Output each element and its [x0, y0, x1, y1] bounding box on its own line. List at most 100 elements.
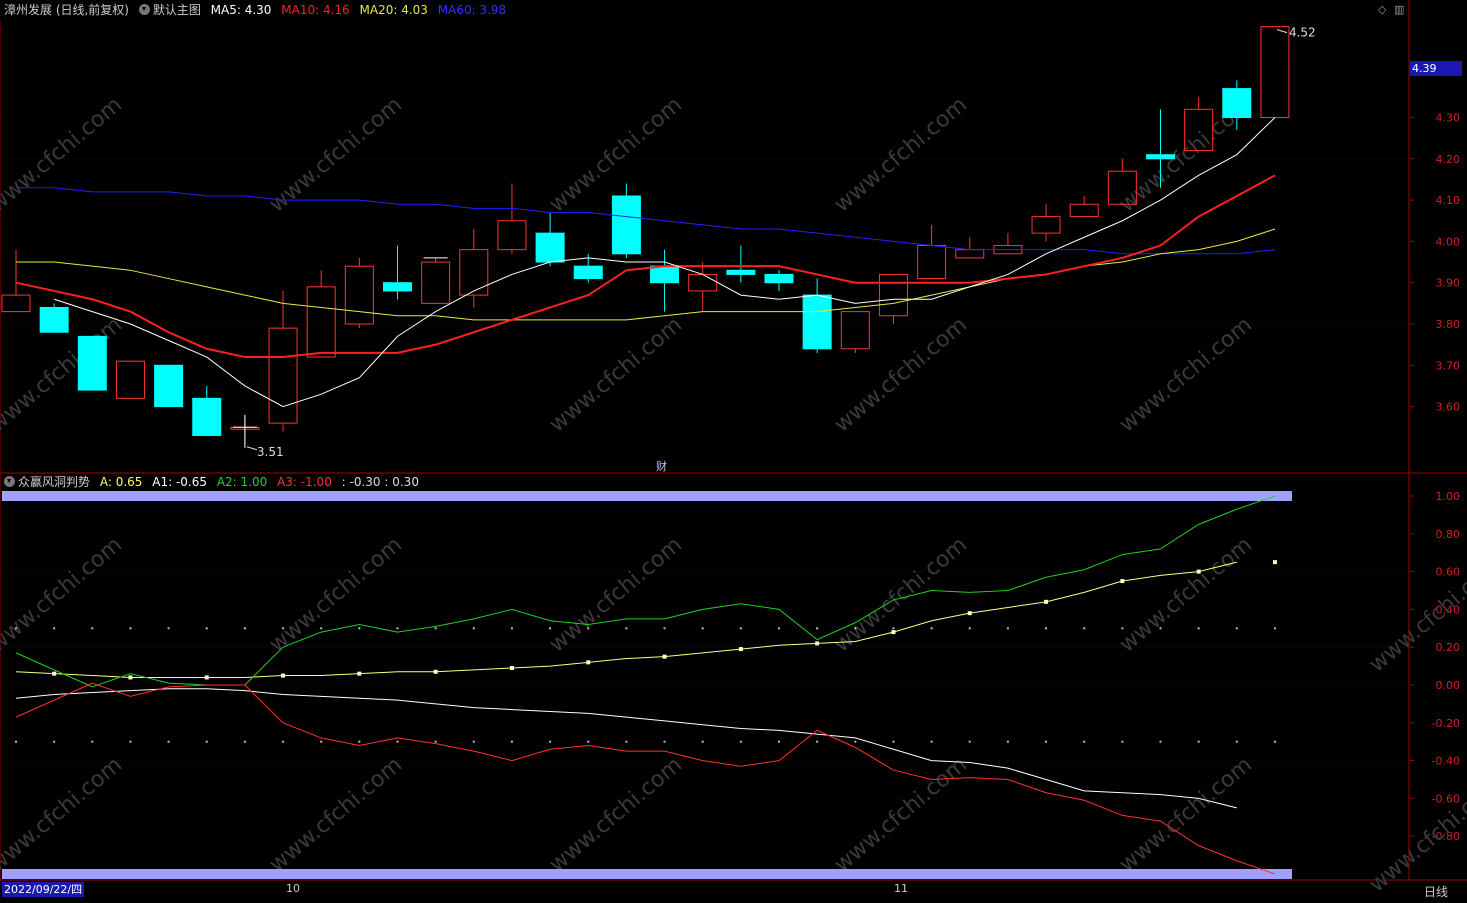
- candle-down: [39, 306, 69, 333]
- stock-chart-window: 4.30 4.20 4.10 4.00 3.90 3.80 3.70 3.60 1.00 0.80…: [0, 0, 1467, 903]
- level-dot: [1121, 740, 1124, 743]
- indicator-a3-label: A3: -1.00: [277, 475, 332, 489]
- indicator-levels-label: : -0.30 : 0.30: [341, 475, 419, 489]
- level-dot: [167, 627, 170, 630]
- level-dot: [396, 740, 399, 743]
- price-tick-label: 4.20: [1436, 153, 1461, 166]
- level-dot: [854, 740, 857, 743]
- chart-canvas[interactable]: 4.30 4.20 4.10 4.00 3.90 3.80 3.70 3.60 1.00 0.80…: [0, 0, 1467, 903]
- diamond-icon[interactable]: ◇: [1378, 3, 1386, 16]
- candle-down: [650, 265, 680, 284]
- watermark-text: www.cfchi.com: [0, 532, 127, 657]
- series-a-marker: [1196, 569, 1201, 574]
- price-tick-label: 3.80: [1436, 318, 1461, 331]
- series-a-marker: [1272, 560, 1277, 565]
- level-dot: [91, 627, 94, 630]
- level-dot: [205, 627, 208, 630]
- level-dot: [816, 627, 819, 630]
- level-dot: [243, 740, 246, 743]
- level-dot: [1083, 740, 1086, 743]
- price-tick-label: 3.70: [1436, 359, 1461, 372]
- series-a-marker: [128, 675, 133, 680]
- ma20-label: MA20: 4.03: [359, 3, 428, 17]
- level-dot: [854, 627, 857, 630]
- main-chart-header: 漳州发展 (日线,前复权) 默认主图 MA5: 4.30 MA10: 4.16 …: [4, 1, 512, 19]
- level-dot: [968, 627, 971, 630]
- ma5-line: [53, 117, 1276, 408]
- level-dot: [968, 740, 971, 743]
- price-tick-label: 4.10: [1436, 194, 1461, 207]
- indicator-selector[interactable]: 众赢风洞判势: [4, 475, 90, 489]
- candle-down: [154, 364, 184, 408]
- level-dot: [282, 740, 285, 743]
- candle-up: [306, 286, 336, 358]
- indicator-tick-label: 0.00: [1436, 679, 1461, 692]
- level-dot: [91, 740, 94, 743]
- month-label-11: 11: [894, 882, 908, 895]
- ma10-line-start: [15, 281, 55, 292]
- watermark-text: www.cfchi.com: [265, 92, 407, 217]
- price-tick-label: 3.90: [1436, 277, 1461, 290]
- level-dot: [167, 740, 170, 743]
- watermark-text: www.cfchi.com: [545, 752, 687, 877]
- chevron-down-icon: [138, 4, 150, 15]
- level-dot: [129, 627, 132, 630]
- indicator-a2-label: A2: 1.00: [216, 475, 268, 489]
- watermark-text: www.cfchi.com: [1115, 752, 1257, 877]
- indicator-a-label: A: 0.65: [99, 475, 143, 489]
- candle-up: [497, 220, 527, 251]
- indicator-band: [2, 491, 1292, 501]
- level-dot: [701, 740, 704, 743]
- level-dot: [15, 740, 17, 743]
- watermark-text: www.cfchi.com: [265, 752, 407, 877]
- series-a-marker: [433, 669, 438, 674]
- period-label[interactable]: 日线: [1424, 883, 1448, 900]
- template-selector[interactable]: 默认主图: [138, 3, 201, 17]
- level-dot: [510, 627, 513, 630]
- indicator-header: 众赢风洞判势 A: 0.65 A1: -0.65 A2: 1.00 A3: -1…: [4, 473, 425, 491]
- level-dot: [930, 627, 933, 630]
- level-dot: [358, 627, 361, 630]
- level-dot: [1273, 740, 1276, 743]
- level-dot: [1121, 627, 1124, 630]
- level-dot: [587, 627, 590, 630]
- level-dot: [1273, 627, 1276, 630]
- ma10-label: MA10: 4.16: [281, 3, 350, 17]
- level-dot: [129, 740, 132, 743]
- candle-down: [192, 397, 222, 437]
- indicator-tick-label: 0.20: [1436, 641, 1461, 654]
- stock-title[interactable]: 漳州发展 (日线,前复权): [4, 3, 129, 17]
- level-dot: [625, 740, 628, 743]
- level-dot: [1006, 627, 1009, 630]
- candle-down: [764, 273, 794, 284]
- watermark-text: www.cfchi.com: [0, 752, 127, 877]
- level-dot: [1045, 740, 1048, 743]
- level-dot: [663, 740, 666, 743]
- candle-down: [802, 294, 832, 350]
- indicator-tick-label: 1.00: [1436, 490, 1461, 503]
- series-a-marker: [204, 675, 209, 680]
- level-dot: [1045, 627, 1048, 630]
- level-dot: [510, 740, 513, 743]
- candle-up: [917, 245, 947, 280]
- series-a-marker: [967, 611, 972, 616]
- candle-down: [383, 282, 412, 292]
- level-dot: [1006, 740, 1009, 743]
- financial-report-marker[interactable]: 财: [656, 458, 667, 474]
- candle-up: [878, 273, 908, 317]
- chevron-down-icon: [4, 476, 15, 487]
- watermark-text: www.cfchi.com: [0, 92, 127, 217]
- watermark-text: www.cfchi.com: [545, 312, 687, 437]
- series-a-marker: [52, 671, 57, 676]
- ma60-label: MA60: 3.98: [437, 3, 507, 17]
- candle-up: [459, 249, 489, 296]
- level-dot: [778, 627, 780, 630]
- level-dot: [549, 740, 552, 743]
- series-a-marker: [509, 665, 514, 670]
- level-dot: [625, 627, 628, 630]
- window-toggle-icon[interactable]: ▥: [1394, 3, 1404, 16]
- level-dot: [1159, 740, 1162, 743]
- watermark-text: www.cfchi.com: [830, 92, 972, 217]
- template-label: 默认主图: [152, 3, 201, 17]
- level-dot: [53, 627, 56, 630]
